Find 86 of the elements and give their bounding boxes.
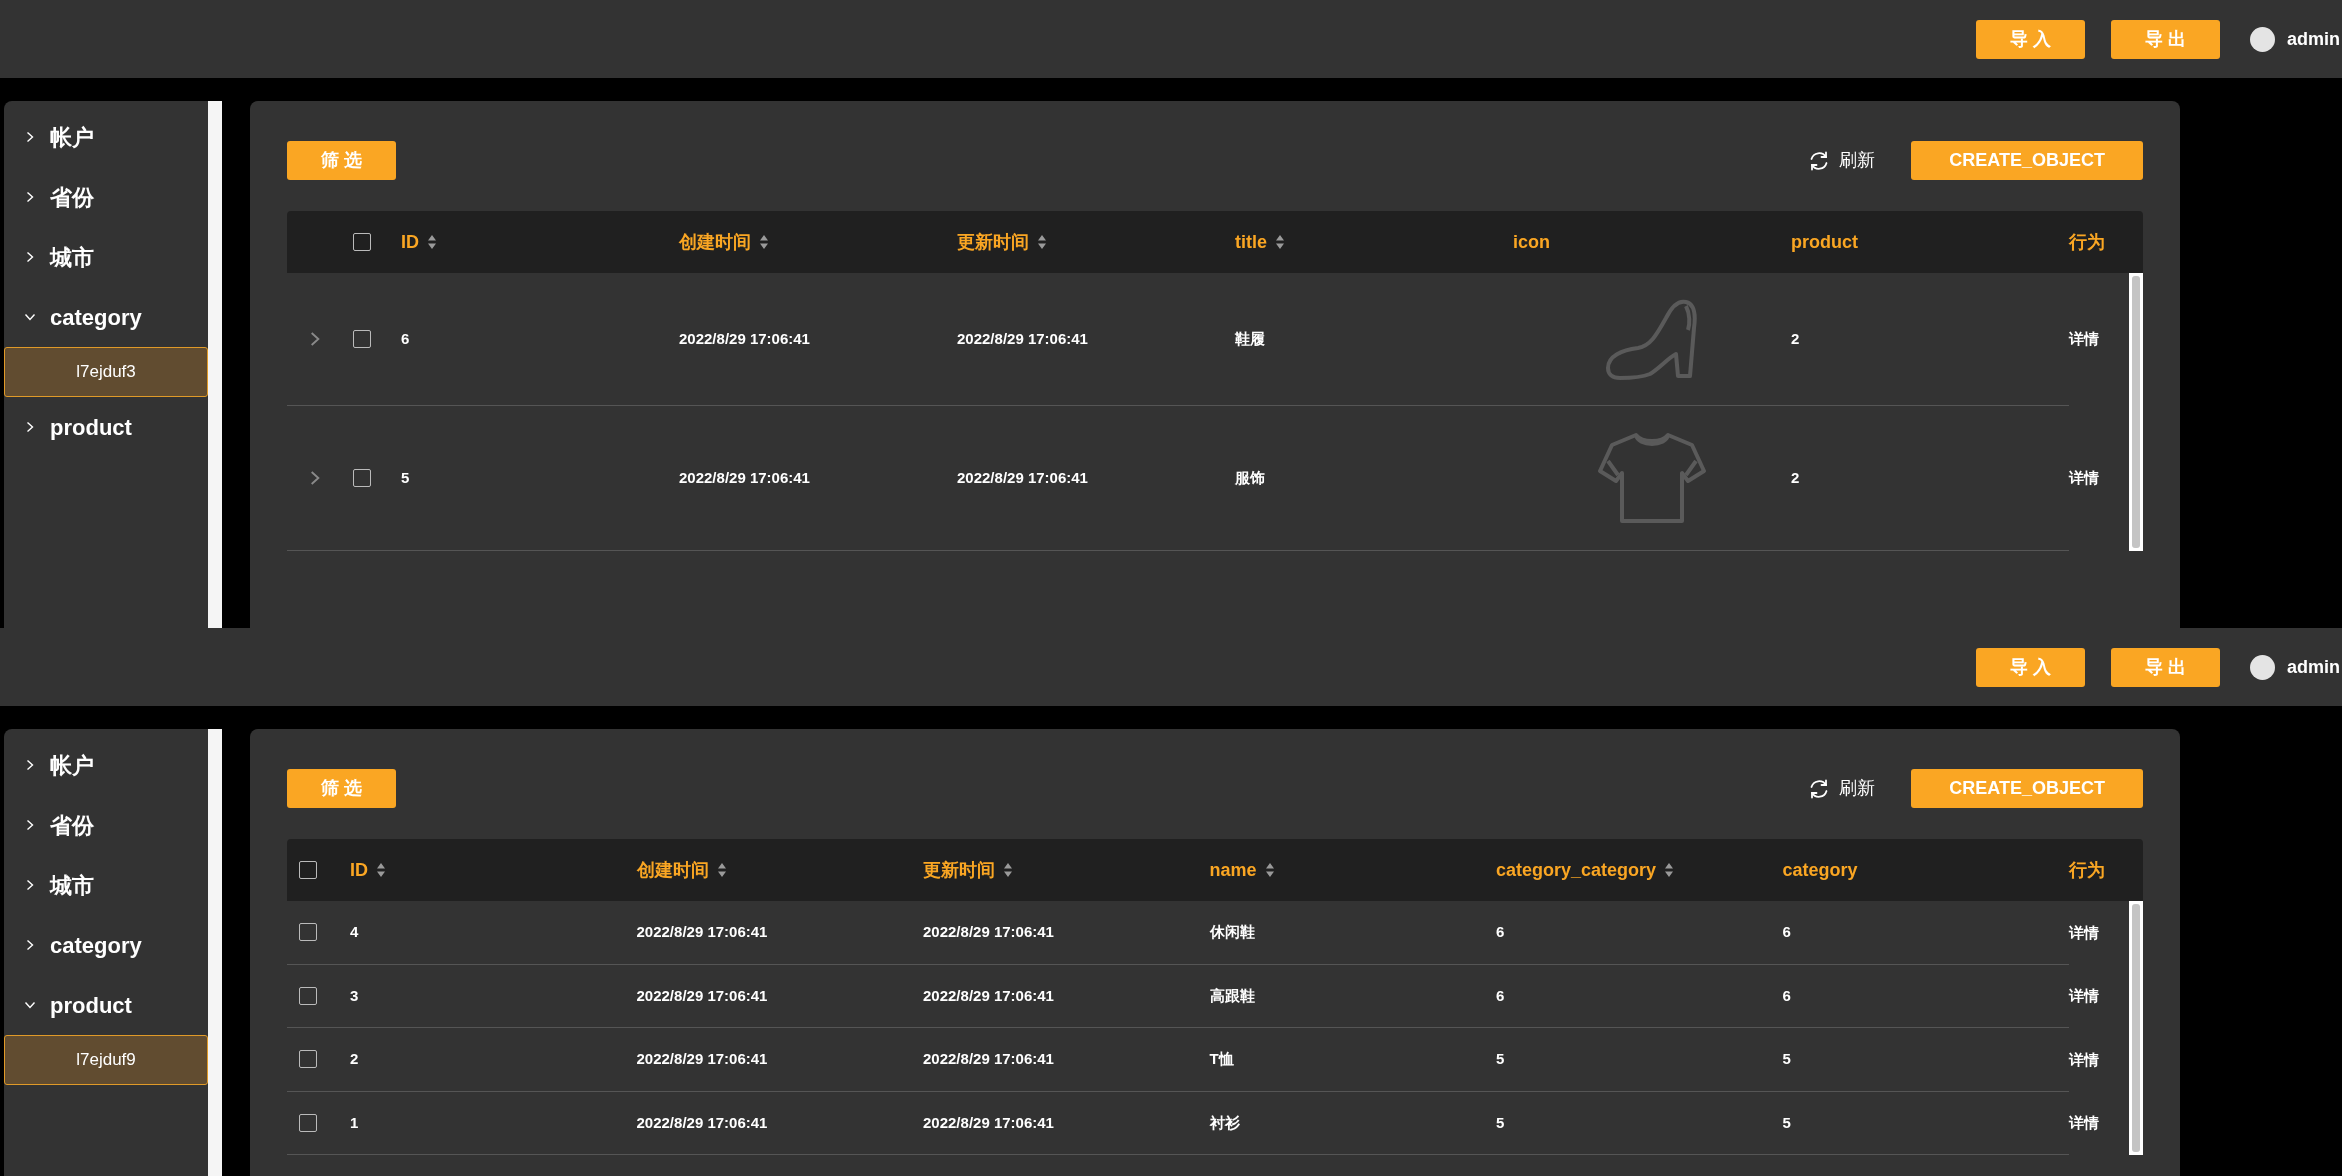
detail-link[interactable]: 详情 xyxy=(2069,985,2099,1008)
table-cell-text: 2022/8/29 17:06:41 xyxy=(679,467,810,488)
table-cell-text: 服饰 xyxy=(1235,467,1265,488)
column-header[interactable]: name xyxy=(1209,856,1257,884)
sidebar-item[interactable]: 城市 xyxy=(4,227,208,287)
table-cell-text: 休闲鞋 xyxy=(1209,922,1255,942)
detail-link[interactable]: 详情 xyxy=(2069,1112,2099,1135)
scrollbar[interactable] xyxy=(2129,273,2143,551)
table-cell-text: 6 xyxy=(401,328,410,349)
sidebar-item[interactable]: category xyxy=(4,915,208,975)
scrollbar[interactable] xyxy=(208,729,222,1176)
user-name[interactable]: admin xyxy=(2287,653,2340,681)
table-cell-text: 3 xyxy=(350,985,359,1006)
checkbox[interactable] xyxy=(353,233,371,251)
checkbox[interactable] xyxy=(299,861,317,879)
sidebar-item[interactable]: product xyxy=(4,975,208,1035)
sidebar-item[interactable]: 城市 xyxy=(4,855,208,915)
table-cell-text: 5 xyxy=(401,467,410,488)
table-cell-text: 2022/8/29 17:06:41 xyxy=(923,985,1054,1006)
table-cell-text: 2022/8/29 17:06:41 xyxy=(957,328,1088,349)
sidebar-item[interactable]: 省份 xyxy=(4,795,208,855)
table-cell-text: 鞋履 xyxy=(1235,328,1265,349)
scrollbar[interactable] xyxy=(2129,901,2143,1155)
shoe-icon xyxy=(1604,298,1700,380)
column-header: product xyxy=(1791,230,1858,254)
column-header[interactable]: 创建时间 xyxy=(636,856,709,884)
table-cell-text: 2022/8/29 17:06:41 xyxy=(679,328,810,349)
refresh-button[interactable]: 刷新 xyxy=(1807,147,1876,174)
table-cell-text: T恤 xyxy=(1209,1049,1234,1069)
table-cell-text: 5 xyxy=(1496,1112,1505,1133)
avatar[interactable] xyxy=(2250,26,2275,52)
detail-link[interactable]: 详情 xyxy=(2069,467,2099,490)
column-header: icon xyxy=(1513,230,1550,254)
table-cell-text: 2022/8/29 17:06:41 xyxy=(923,1112,1054,1133)
column-header[interactable]: ID xyxy=(401,228,419,256)
sidebar-item[interactable]: 省份 xyxy=(4,167,208,227)
checkbox[interactable] xyxy=(299,986,317,1005)
sidebar-item[interactable]: category xyxy=(4,287,208,347)
sidebar-subitem[interactable]: l7ejduf9 xyxy=(4,1035,208,1085)
table-cell-text: 6 xyxy=(1782,985,1791,1006)
column-header[interactable]: title xyxy=(1235,228,1267,256)
checkbox[interactable] xyxy=(299,923,317,942)
t-shirt-icon xyxy=(1598,431,1706,525)
table-cell-text: 高跟鞋 xyxy=(1209,985,1255,1006)
column-header: 行为 xyxy=(2069,230,2105,254)
user-name[interactable]: admin xyxy=(2287,25,2340,53)
table-cell-text: 2 xyxy=(1791,467,1800,488)
table-cell-text: 6 xyxy=(1496,922,1505,942)
table-cell-text: 2 xyxy=(350,1049,359,1069)
column-header[interactable]: 创建时间 xyxy=(679,228,751,256)
avatar[interactable] xyxy=(2250,654,2275,680)
refresh-button[interactable]: 刷新 xyxy=(1807,775,1876,802)
detail-link[interactable]: 详情 xyxy=(2069,1048,2099,1071)
column-header[interactable]: 更新时间 xyxy=(957,228,1029,256)
detail-link[interactable]: 详情 xyxy=(2069,921,2099,944)
table-cell-text: 5 xyxy=(1782,1112,1791,1133)
table-cell-text: 5 xyxy=(1496,1049,1505,1069)
sidebar-item[interactable]: 帐户 xyxy=(4,735,208,795)
checkbox[interactable] xyxy=(299,1050,317,1069)
table-cell-text: 6 xyxy=(1496,985,1505,1006)
table-cell-text: 2022/8/29 17:06:41 xyxy=(923,1049,1054,1069)
detail-link[interactable]: 详情 xyxy=(2069,328,2099,351)
table-cell-text: 6 xyxy=(1782,922,1791,942)
table-cell-text: 2022/8/29 17:06:41 xyxy=(636,985,768,1006)
column-header: 行为 xyxy=(2069,858,2105,882)
checkbox[interactable] xyxy=(299,1113,317,1132)
sidebar-item[interactable]: 帐户 xyxy=(4,107,208,167)
table-cell-text: 2022/8/29 17:06:41 xyxy=(636,1112,768,1133)
table-cell-text: 2022/8/29 17:06:41 xyxy=(636,1049,768,1069)
checkbox[interactable] xyxy=(353,330,371,348)
column-header[interactable]: category_category xyxy=(1496,856,1657,884)
table-cell-text: 1 xyxy=(350,1112,359,1133)
sidebar-item[interactable]: product xyxy=(4,397,208,457)
checkbox[interactable] xyxy=(353,469,371,487)
table-cell-text: 2022/8/29 17:06:41 xyxy=(957,467,1088,488)
sidebar-subitem[interactable]: l7ejduf3 xyxy=(4,347,208,397)
table-cell-text: 2022/8/29 17:06:41 xyxy=(923,922,1054,942)
table-cell-text: 2 xyxy=(1791,328,1800,349)
column-header: category xyxy=(1782,858,1858,882)
table-cell-text: 4 xyxy=(350,922,359,942)
column-header[interactable]: 更新时间 xyxy=(923,856,995,884)
table-cell-text: 5 xyxy=(1782,1049,1791,1069)
scrollbar[interactable] xyxy=(208,101,222,628)
table-cell-text: 衬衫 xyxy=(1209,1112,1240,1133)
table-cell-text: 2022/8/29 17:06:41 xyxy=(636,922,768,942)
column-header[interactable]: ID xyxy=(350,856,368,884)
